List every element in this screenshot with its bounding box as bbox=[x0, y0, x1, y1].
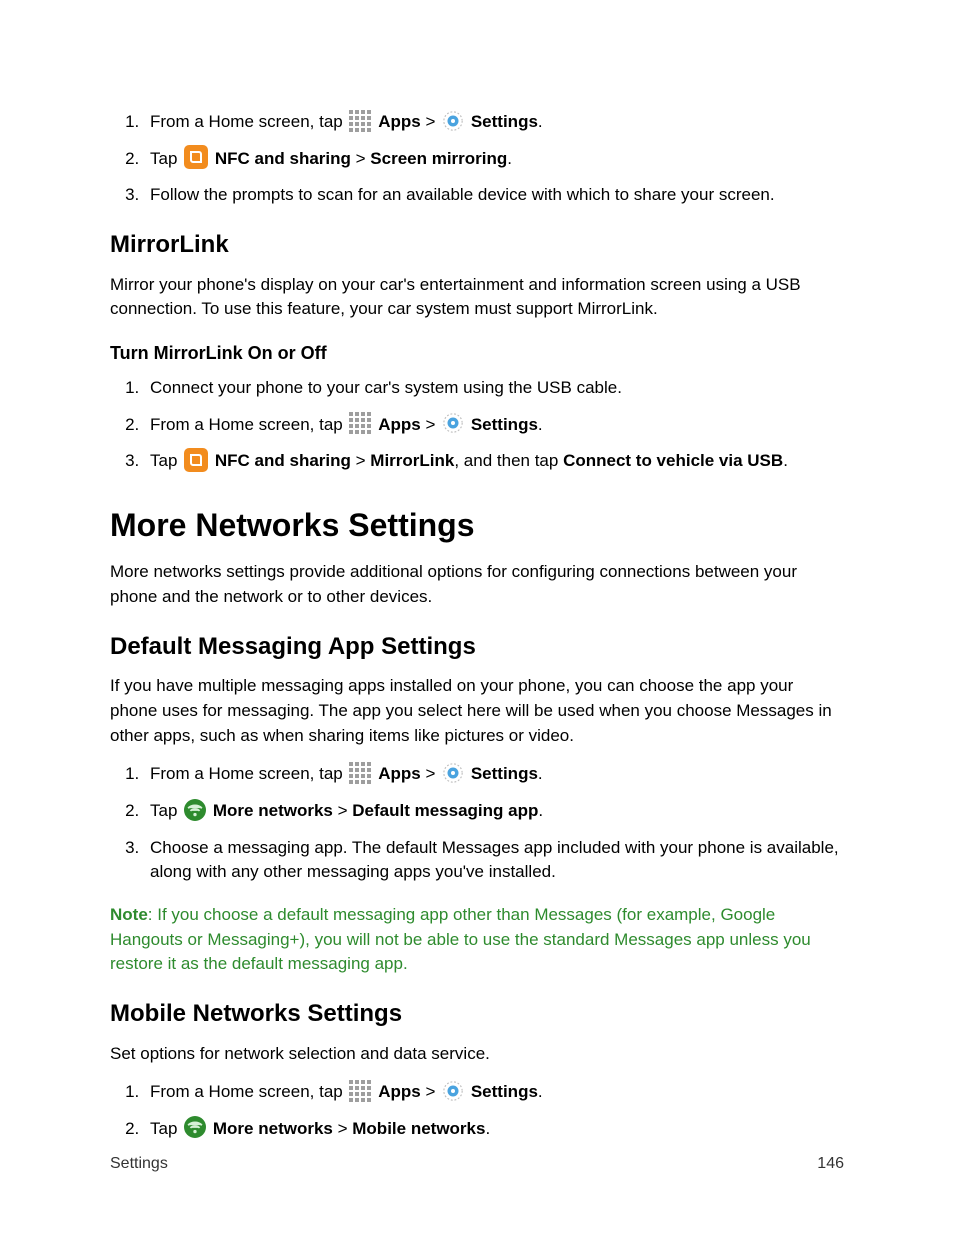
settings-gear-icon bbox=[442, 412, 464, 434]
separator: > bbox=[425, 112, 440, 131]
step-text: Tap bbox=[150, 149, 177, 168]
note-paragraph: Note: If you choose a default messaging … bbox=[110, 903, 844, 977]
nfc-label: NFC and sharing bbox=[215, 451, 351, 470]
screen-mirroring-label: Screen mirroring bbox=[370, 149, 507, 168]
step-item: Tap More networks > Mobile networks. bbox=[144, 1117, 844, 1142]
step-suffix: . bbox=[538, 112, 543, 131]
step-text: From a Home screen, tap bbox=[150, 1082, 343, 1101]
more-networks-icon bbox=[184, 799, 206, 821]
settings-gear-icon bbox=[442, 110, 464, 132]
apps-grid-icon bbox=[349, 1080, 371, 1102]
apps-label: Apps bbox=[378, 1082, 421, 1101]
separator: > bbox=[356, 149, 371, 168]
step-mid: , and then tap bbox=[454, 451, 563, 470]
nfc-square-icon bbox=[184, 448, 208, 472]
step-suffix: . bbox=[783, 451, 788, 470]
mirrorlink-label: MirrorLink bbox=[370, 451, 454, 470]
settings-label: Settings bbox=[471, 764, 538, 783]
more-networks-paragraph: More networks settings provide additiona… bbox=[110, 560, 844, 609]
footer-section: Settings bbox=[110, 1152, 168, 1175]
step-suffix: . bbox=[507, 149, 512, 168]
mirrorlink-heading: MirrorLink bbox=[110, 228, 844, 263]
step-text: Choose a messaging app. The default Mess… bbox=[150, 838, 839, 882]
step-text: Connect your phone to your car's system … bbox=[150, 378, 622, 397]
apps-grid-icon bbox=[349, 412, 371, 434]
apps-label: Apps bbox=[378, 415, 421, 434]
step-item: Connect your phone to your car's system … bbox=[144, 376, 844, 401]
separator: > bbox=[425, 1082, 440, 1101]
more-networks-label: More networks bbox=[213, 801, 333, 820]
nfc-label: NFC and sharing bbox=[215, 149, 351, 168]
mobile-networks-paragraph: Set options for network selection and da… bbox=[110, 1042, 844, 1067]
step-suffix: . bbox=[538, 415, 543, 434]
more-networks-icon bbox=[184, 1116, 206, 1138]
apps-grid-icon bbox=[349, 110, 371, 132]
settings-label: Settings bbox=[471, 1082, 538, 1101]
page-footer: Settings 146 bbox=[110, 1152, 844, 1175]
document-page: From a Home screen, tap Apps > bbox=[0, 0, 954, 1235]
step-suffix: . bbox=[538, 801, 543, 820]
separator: > bbox=[425, 764, 440, 783]
screen-mirroring-steps: From a Home screen, tap Apps > bbox=[110, 110, 844, 208]
apps-label: Apps bbox=[378, 764, 421, 783]
step-item: From a Home screen, tap Apps > bbox=[144, 1080, 844, 1105]
separator: > bbox=[338, 801, 353, 820]
mobile-networks-heading: Mobile Networks Settings bbox=[110, 997, 844, 1032]
step-text: From a Home screen, tap bbox=[150, 112, 343, 131]
separator: > bbox=[425, 415, 440, 434]
step-text: From a Home screen, tap bbox=[150, 415, 343, 434]
step-item: Follow the prompts to scan for an availa… bbox=[144, 183, 844, 208]
mobile-networks-label: Mobile networks bbox=[352, 1119, 485, 1138]
note-label: Note bbox=[110, 905, 148, 924]
settings-label: Settings bbox=[471, 415, 538, 434]
step-text: Follow the prompts to scan for an availa… bbox=[150, 185, 775, 204]
note-text: : If you choose a default messaging app … bbox=[110, 905, 811, 973]
settings-gear-icon bbox=[442, 762, 464, 784]
apps-grid-icon bbox=[349, 762, 371, 784]
default-messaging-paragraph: If you have multiple messaging apps inst… bbox=[110, 674, 844, 748]
mobile-networks-steps: From a Home screen, tap Apps > bbox=[110, 1080, 844, 1141]
mirrorlink-sub-heading: Turn MirrorLink On or Off bbox=[110, 340, 844, 366]
step-text: Tap bbox=[150, 801, 177, 820]
mirrorlink-paragraph: Mirror your phone's display on your car'… bbox=[110, 273, 844, 322]
settings-gear-icon bbox=[442, 1080, 464, 1102]
step-item: Tap More networks > Default messaging ap… bbox=[144, 799, 844, 824]
separator: > bbox=[356, 451, 371, 470]
step-item: Tap NFC and sharing > MirrorLink, and th… bbox=[144, 449, 844, 474]
settings-label: Settings bbox=[471, 112, 538, 131]
step-item: From a Home screen, tap Apps > bbox=[144, 762, 844, 787]
more-networks-heading: More Networks Settings bbox=[110, 502, 844, 548]
separator: > bbox=[338, 1119, 353, 1138]
step-text: From a Home screen, tap bbox=[150, 764, 343, 783]
default-messaging-app-label: Default messaging app bbox=[352, 801, 538, 820]
step-item: Tap NFC and sharing > Screen mirroring. bbox=[144, 147, 844, 172]
default-messaging-heading: Default Messaging App Settings bbox=[110, 630, 844, 665]
footer-page-number: 146 bbox=[817, 1152, 844, 1175]
step-item: Choose a messaging app. The default Mess… bbox=[144, 836, 844, 885]
default-messaging-steps: From a Home screen, tap Apps > bbox=[110, 762, 844, 885]
step-suffix: . bbox=[538, 1082, 543, 1101]
step-suffix: . bbox=[485, 1119, 490, 1138]
mirrorlink-steps: Connect your phone to your car's system … bbox=[110, 376, 844, 474]
step-suffix: . bbox=[538, 764, 543, 783]
step-item: From a Home screen, tap Apps > bbox=[144, 110, 844, 135]
apps-label: Apps bbox=[378, 112, 421, 131]
step-text: Tap bbox=[150, 1119, 177, 1138]
connect-usb-label: Connect to vehicle via USB bbox=[563, 451, 783, 470]
nfc-square-icon bbox=[184, 145, 208, 169]
step-item: From a Home screen, tap Apps > bbox=[144, 413, 844, 438]
more-networks-label: More networks bbox=[213, 1119, 333, 1138]
step-text: Tap bbox=[150, 451, 177, 470]
